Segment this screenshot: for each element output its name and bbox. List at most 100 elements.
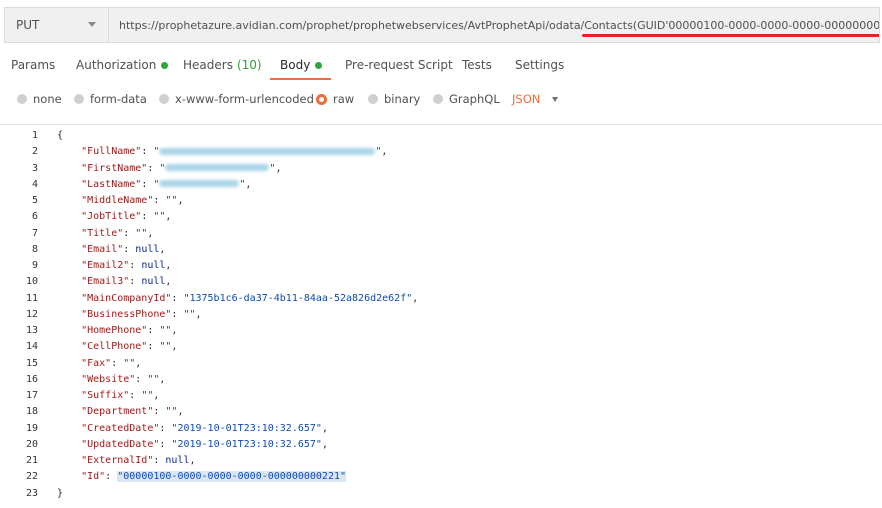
tab-authorization[interactable]: Authorization [76,50,169,80]
line-number: 10 [25,276,38,288]
json-string: "" [141,390,154,401]
json-string: "" [165,406,178,418]
radio-icon [17,94,27,104]
line-number: 3 [31,162,38,174]
tab-body[interactable]: Body [269,50,332,80]
code-line: "Email2": null, [57,258,171,274]
json-key: "Email2" [81,260,130,271]
code-line: "Email": null, [57,242,165,258]
url-prefix: https://prophetazure.avidian.com/prophet… [119,18,585,32]
code-line: "Suffix": "", [57,388,159,404]
line-number: 4 [31,178,38,190]
json-comma: , [171,325,178,336]
method-label: PUT [16,18,40,32]
line-number: 16 [25,373,38,385]
json-null: null [141,276,166,288]
line-number: 12 [25,308,38,320]
json-comma: , [177,406,184,418]
line-number: 8 [31,243,38,255]
json-string: "2019-10-01T23:10:32.657" [171,422,322,434]
red-underline-annotation [582,33,879,37]
line-number: 20 [25,438,38,450]
radio-binary[interactable]: binary [368,88,420,110]
radio-form-data[interactable]: form-data [74,88,147,110]
radio-none[interactable]: none [17,88,62,110]
json-key: "BusinessPhone" [81,308,172,320]
selected-value: "00000100-0000-0000-0000-000000000221" [117,471,347,483]
json-colon: : [171,308,184,320]
json-colon: : [129,260,142,271]
code-line: "HomePhone": "", [57,323,177,339]
line-number: 5 [31,195,38,206]
tab-params[interactable]: Params [11,50,55,80]
code-line: "Department": "", [57,404,183,420]
headers-count: (10) [236,58,262,72]
json-colon: : [141,178,154,190]
json-null: null [141,260,166,271]
json-colon: : [123,227,136,239]
body-type-label: JSON [512,92,541,106]
tab-pre-request-script[interactable]: Pre-request Script [345,50,453,80]
json-key: "FirstName" [81,162,148,174]
json-string: "" [159,341,172,353]
json-colon: : [129,276,142,288]
code-line: "FirstName": " ", [57,161,281,177]
url-input[interactable]: https://prophetazure.avidian.com/prophet… [108,7,880,43]
json-key: "CellPhone" [81,341,148,353]
json-comma: , [275,162,282,174]
code-line: "Id": "00000100-0000-0000-0000-000000000… [57,469,347,485]
method-select[interactable]: PUT [4,7,108,43]
json-comma: , [135,357,142,369]
json-key: "CreatedDate" [81,422,160,434]
line-number: 2 [31,146,38,158]
line-number: 7 [31,227,38,239]
line-number: 18 [25,406,38,418]
json-comma: , [245,178,252,190]
line-number: 11 [25,292,38,304]
json-key: "Department" [81,406,154,418]
body-code-editor[interactable]: 1 {2 "FullName": " ", 3 "FirstName": " ", 4 "… [0,124,882,508]
json-string: "2019-10-01T23:10:32.657" [171,438,322,450]
json-colon: : [123,243,136,255]
chevron-down-icon [88,22,96,27]
line-number: 19 [25,422,38,434]
code-line: "UpdatedDate": "2019-10-01T23:10:32.657"… [57,437,328,453]
json-colon: : [129,390,142,401]
json-colon: : [141,211,154,223]
json-key: "Website" [81,373,136,385]
radio-icon [433,94,443,104]
code-line: { [57,128,63,144]
tab-settings[interactable]: Settings [515,50,564,80]
json-comma: , [147,227,154,239]
tab-headers[interactable]: Headers (10) [183,50,262,80]
json-string: "" [135,227,148,239]
code-line: "MainCompanyId": "1375b1c6-da37-4b11-84a… [57,291,418,307]
request-url-bar: PUT https://prophetazure.avidian.com/pro… [4,7,880,43]
code-line: "ExternalId": null, [57,453,195,469]
body-type-select[interactable]: JSON [512,88,559,110]
redacted-value [165,164,270,171]
json-comma: , [177,195,184,206]
json-key: "UpdatedDate" [81,438,160,450]
tab-tests[interactable]: Tests [462,50,492,80]
json-string: "" [147,373,160,385]
redacted-value [159,147,376,155]
line-number: 17 [25,390,38,401]
line-number: 6 [31,211,38,223]
radio-icon [159,94,169,104]
radio-icon [74,94,84,104]
json-key: "LastName" [81,178,142,190]
json-colon: : [171,292,184,304]
radio-raw[interactable]: raw [316,88,354,110]
json-comma: , [165,276,172,288]
json-null: null [135,243,160,255]
radio-x-www-form-urlencoded[interactable]: x-www-form-urlencoded [159,88,314,110]
radio-icon [368,94,378,104]
code-line: "Title": "", [57,226,153,242]
radio-checked-icon [316,93,327,105]
json-colon: : [159,438,172,450]
json-key: "JobTitle" [81,211,142,223]
json-string: "" [165,195,178,206]
json-colon: : [153,406,166,418]
radio-graphql[interactable]: GraphQL [433,88,500,110]
